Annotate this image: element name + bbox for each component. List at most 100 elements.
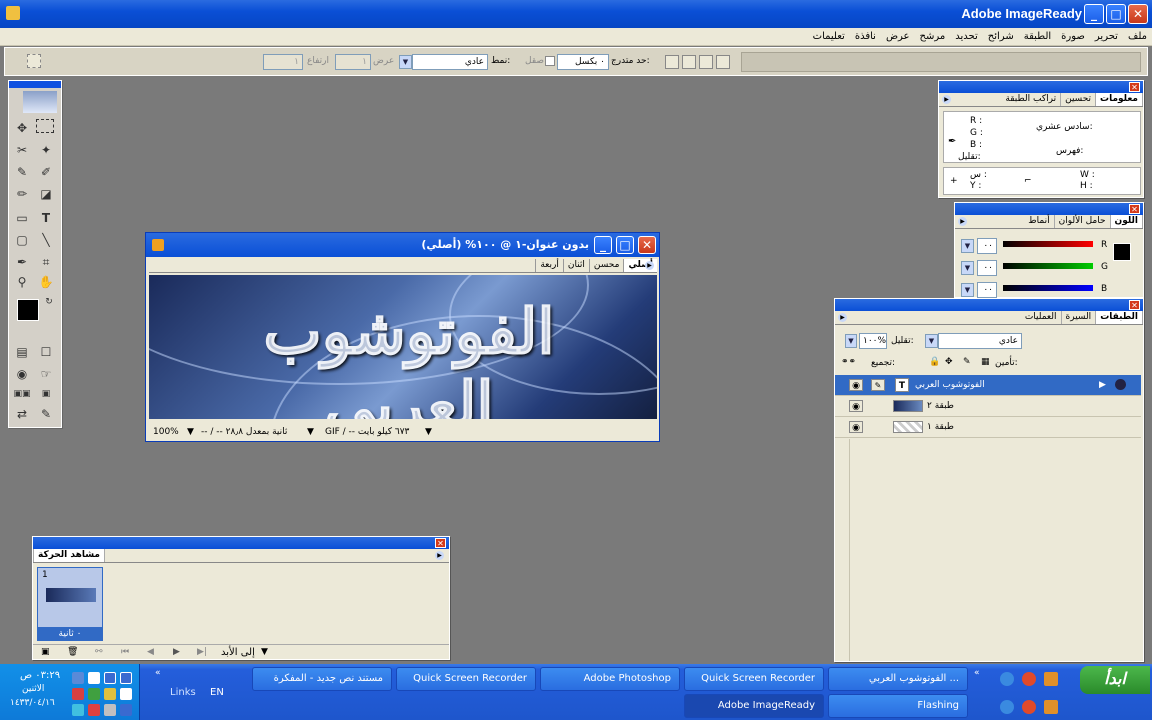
doc-tab-menu-icon[interactable]: ▶	[645, 261, 654, 270]
line-tool-icon[interactable]: ╲	[36, 231, 56, 249]
taskbar-button[interactable]: Adobe Photoshop	[540, 667, 680, 691]
layer-name[interactable]: طبقة ٢	[927, 396, 954, 417]
animation-tab[interactable]: مشاهد الحركة	[33, 549, 105, 562]
app-icon[interactable]	[6, 6, 20, 20]
blend-mode-dropdown[interactable]: ▼	[925, 334, 938, 348]
frame-delay[interactable]: ٠ ثانية	[37, 627, 103, 641]
layer-name[interactable]: طبقة ١	[927, 417, 954, 438]
tray-screen-icon[interactable]	[120, 672, 132, 684]
subtract-selection-icon[interactable]	[699, 55, 713, 69]
taskbar-button[interactable]: Quick Screen Recorder	[396, 667, 536, 691]
g-value[interactable]: ٠٠	[977, 260, 997, 276]
type-tool-icon[interactable]: T	[36, 209, 56, 227]
clock-time[interactable]: ٠٣:٢٩ ص	[20, 670, 60, 681]
intersect-selection-icon[interactable]	[716, 55, 730, 69]
link-icons[interactable]: ⚭⚭	[841, 357, 856, 367]
tray-monitor-icon[interactable]	[104, 672, 116, 684]
eraser-tool-icon[interactable]: ◪	[36, 185, 56, 203]
height-field[interactable]: ١	[263, 54, 303, 70]
lock-paint-icon[interactable]: ✎	[963, 357, 971, 367]
crop-tool-icon[interactable]: ⌗	[36, 253, 56, 271]
lasso-tool-icon[interactable]: ✂	[12, 141, 32, 159]
g-dropdown[interactable]: ▼	[961, 261, 974, 275]
tray-security-icon[interactable]	[72, 688, 84, 700]
image-map-icon[interactable]: ▤	[12, 343, 32, 361]
ie-icon[interactable]	[1000, 672, 1014, 686]
tab-history[interactable]: السيرة	[1062, 311, 1097, 324]
first-frame-icon[interactable]: ⏮	[121, 645, 129, 660]
taskbar-button[interactable]: Quick Screen Recorder	[684, 667, 824, 691]
b-value[interactable]: ٠٠	[977, 282, 997, 298]
taskbar-button[interactable]: Flashing	[828, 694, 968, 718]
tab-layer-comps[interactable]: تراكب الطبقة	[1001, 93, 1062, 106]
style-dropdown-arrow[interactable]: ▼	[399, 55, 412, 69]
chrome-icon[interactable]	[1022, 672, 1036, 686]
color-panel-menu-icon[interactable]: ▶	[958, 217, 967, 226]
color-fg-swatch[interactable]	[1113, 243, 1131, 261]
size-dropdown-icon[interactable]: ▼	[425, 425, 432, 440]
layer-visibility-eye-icon[interactable]: ◉	[849, 379, 863, 391]
menu-file[interactable]: ملف	[1123, 28, 1152, 46]
start-button[interactable]: ابدأ	[1080, 666, 1150, 694]
tab-4up[interactable]: أربعة	[535, 259, 563, 272]
rectangle-tool-icon[interactable]: ▭	[12, 209, 32, 227]
animation-frame[interactable]: 1	[37, 567, 103, 633]
r-value[interactable]: ٠٠	[977, 238, 997, 254]
blend-mode-select[interactable]: عادي	[938, 333, 1022, 349]
tab-info[interactable]: معلومات	[1096, 93, 1143, 106]
menu-view[interactable]: عرض	[881, 28, 915, 46]
layer-visibility-eye-icon[interactable]: ◉	[849, 400, 863, 412]
layer-effects-icon[interactable]	[1115, 379, 1126, 390]
screen-mode-icon[interactable]: ▣▣	[12, 385, 32, 403]
opacity-field[interactable]: ١٠٠%	[859, 333, 887, 349]
lock-transparency-icon[interactable]: ▦	[981, 357, 990, 367]
taskbar-button[interactable]: مستند نص جديد - المفكرة	[252, 667, 392, 691]
slice-tool-icon[interactable]: ✎	[12, 163, 32, 181]
swap-colors-icon[interactable]: ↻	[39, 293, 59, 311]
tab-color[interactable]: اللون	[1110, 215, 1143, 228]
close-button[interactable]: ✕	[1128, 4, 1148, 24]
marquee-tool-icon[interactable]	[36, 119, 54, 133]
zoom-tool-icon[interactable]: ⚲	[12, 273, 32, 291]
add-selection-icon[interactable]	[682, 55, 696, 69]
edit-in-photoshop-icon[interactable]: ✎	[36, 405, 56, 423]
r-slider[interactable]	[1003, 241, 1093, 247]
chrome2-icon[interactable]	[1022, 700, 1036, 714]
opacity-dropdown[interactable]: ▼	[845, 334, 857, 348]
r-dropdown[interactable]: ▼	[961, 239, 974, 253]
info-panel-menu-icon[interactable]: ▶	[942, 95, 951, 104]
jump-photoshop-icon[interactable]: ⇄	[12, 405, 32, 423]
doc-minimize-button[interactable]: _	[594, 236, 612, 254]
preview-browser-icon[interactable]: ◉	[12, 365, 32, 383]
menu-filter[interactable]: مرشح	[915, 28, 951, 46]
tray-usb-icon[interactable]	[104, 704, 116, 716]
prev-frame-icon[interactable]: ◀	[147, 645, 154, 660]
ie2-icon[interactable]	[1000, 700, 1014, 714]
new-selection-icon[interactable]	[665, 55, 679, 69]
lock-all-icon[interactable]: 🔒	[929, 357, 940, 367]
minimize-button[interactable]: _	[1084, 4, 1104, 24]
links-toolbar[interactable]: Links	[170, 687, 196, 698]
b-dropdown[interactable]: ▼	[961, 283, 974, 297]
animation-menu-icon[interactable]: ▶	[435, 551, 444, 560]
delete-frame-icon[interactable]: 🗑	[67, 645, 78, 660]
layer-name[interactable]: الفوتوشوب العربي	[915, 375, 985, 396]
brush-tool-icon[interactable]: ✏	[12, 185, 32, 203]
taskbar-button-active[interactable]: Adobe ImageReady	[684, 694, 824, 718]
firefox-icon[interactable]	[1044, 672, 1058, 686]
tray-app-icon[interactable]	[104, 688, 116, 700]
layers-panel-close-icon[interactable]: ✕	[1129, 300, 1140, 310]
tray-bluetooth-icon[interactable]	[72, 704, 84, 716]
tray-network-icon[interactable]	[72, 672, 84, 684]
layer-row[interactable]: ◉ طبقة ٢	[835, 396, 1141, 417]
zoom-dropdown-icon[interactable]: ▼	[187, 425, 194, 440]
tab-2up[interactable]: اثنان	[562, 259, 589, 272]
marquee-tool-icon[interactable]	[27, 54, 41, 68]
next-frame-icon[interactable]: ▶|	[197, 645, 207, 660]
tween-icon[interactable]: ⚯	[95, 645, 103, 660]
menu-help[interactable]: تعليمات	[808, 28, 850, 46]
width-field[interactable]: ١	[335, 54, 371, 70]
tab-color-table[interactable]: حامل الألوان	[1055, 215, 1111, 228]
quicklaunch-expand-icon[interactable]: «	[974, 668, 980, 678]
tray-recorder-icon[interactable]	[88, 704, 100, 716]
